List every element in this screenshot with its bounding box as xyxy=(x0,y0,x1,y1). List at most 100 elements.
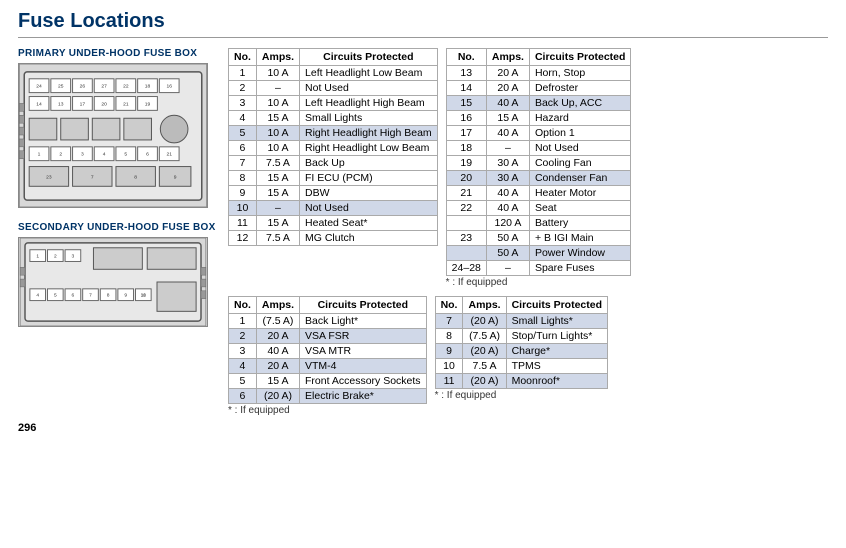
table-cell: 15 A xyxy=(256,216,299,231)
table-row: 50 APower Window xyxy=(446,246,631,261)
table-cell: 17 xyxy=(446,126,486,141)
table-cell: FI ECU (PCM) xyxy=(300,171,438,186)
table-row: 420 AVTM-4 xyxy=(229,359,427,374)
table-row: 2240 ASeat xyxy=(446,201,631,216)
primary-fuse-diagram: 24 25 26 27 22 18 16 14 13 17 20 21 19 1… xyxy=(18,63,208,208)
table-row: 77.5 ABack Up xyxy=(229,156,438,171)
table-row: 127.5 AMG Clutch xyxy=(229,231,438,246)
svg-text:9: 9 xyxy=(174,174,177,180)
page-title: Fuse Locations xyxy=(18,10,828,38)
table-cell: 2 xyxy=(229,329,257,344)
table-cell: Small Lights xyxy=(300,111,438,126)
svg-text:2: 2 xyxy=(54,254,57,260)
svg-text:4: 4 xyxy=(36,293,39,299)
table-cell: Charge* xyxy=(506,344,607,359)
table-row: 915 ADBW xyxy=(229,186,438,201)
table-cell: Back Up xyxy=(300,156,438,171)
table1-wrapper: No.Amps.Circuits Protected110 ALeft Head… xyxy=(228,48,438,288)
table-header: Amps. xyxy=(486,49,529,66)
table-cell: 15 A xyxy=(256,374,299,389)
table-cell: 10 A xyxy=(256,141,299,156)
table-cell: 4 xyxy=(229,111,257,126)
svg-text:21: 21 xyxy=(123,101,129,107)
table3-wrapper: No.Amps.Circuits Protected1(7.5 A)Back L… xyxy=(228,296,427,416)
svg-text:13: 13 xyxy=(58,101,64,107)
note-equipped-top: * : If equipped xyxy=(446,277,632,288)
table-row: 10–Not Used xyxy=(229,201,438,216)
table-cell xyxy=(446,246,486,261)
svg-text:1: 1 xyxy=(36,254,39,260)
table-cell: Back Light* xyxy=(300,314,427,329)
svg-text:27: 27 xyxy=(101,84,107,90)
table-cell: 6 xyxy=(229,141,257,156)
table-header: Circuits Protected xyxy=(506,297,607,314)
right-column: No.Amps.Circuits Protected110 ALeft Head… xyxy=(228,48,828,416)
left-column: PRIMARY UNDER-HOOD FUSE BOX xyxy=(18,48,218,416)
svg-text:9: 9 xyxy=(124,293,127,299)
table-cell: 19 xyxy=(446,156,486,171)
table-cell: (20 A) xyxy=(463,344,506,359)
svg-text:4: 4 xyxy=(103,152,106,158)
svg-text:25: 25 xyxy=(58,84,64,90)
table-cell: Seat xyxy=(529,201,630,216)
table-cell: MG Clutch xyxy=(300,231,438,246)
table-cell: Defroster xyxy=(529,81,630,96)
table-cell: VSA MTR xyxy=(300,344,427,359)
table-cell: 15 A xyxy=(256,186,299,201)
secondary-box-label: SECONDARY UNDER-HOOD FUSE BOX xyxy=(18,222,218,233)
table-header: Amps. xyxy=(256,49,299,66)
svg-text:5: 5 xyxy=(54,293,57,299)
table-row: 1740 AOption 1 xyxy=(446,126,631,141)
svg-text:26: 26 xyxy=(80,84,86,90)
svg-text:19: 19 xyxy=(145,101,151,107)
table-cell: Battery xyxy=(529,216,630,231)
table-cell: 20 A xyxy=(486,66,529,81)
table-row: 1540 ABack Up, ACC xyxy=(446,96,631,111)
svg-text:16: 16 xyxy=(166,84,172,90)
table-cell: 12 xyxy=(229,231,257,246)
table-cell: 10 xyxy=(229,201,257,216)
table-cell: Right Headlight High Beam xyxy=(300,126,438,141)
table-cell: 11 xyxy=(435,374,463,389)
table-cell: 50 A xyxy=(486,231,529,246)
svg-text:3: 3 xyxy=(72,254,75,260)
table-cell: 30 A xyxy=(486,156,529,171)
table-header: Circuits Protected xyxy=(300,49,438,66)
table-row: 2350 A+ B IGI Main xyxy=(446,231,631,246)
primary-box-label: PRIMARY UNDER-HOOD FUSE BOX xyxy=(18,48,218,59)
table-row: 310 ALeft Headlight High Beam xyxy=(229,96,438,111)
table-cell: Power Window xyxy=(529,246,630,261)
svg-text:23: 23 xyxy=(46,174,52,180)
table-row: 24–28–Spare Fuses xyxy=(446,261,631,276)
table-cell: 16 xyxy=(446,111,486,126)
table-cell: 6 xyxy=(229,389,257,404)
table-cell: 23 xyxy=(446,231,486,246)
table-cell: 20 A xyxy=(256,359,299,374)
svg-text:21: 21 xyxy=(166,152,172,158)
table-header: Amps. xyxy=(463,297,506,314)
table-row: 1(7.5 A)Back Light* xyxy=(229,314,427,329)
table-cell: 10 A xyxy=(256,126,299,141)
table-cell: – xyxy=(486,261,529,276)
table-row: 18–Not Used xyxy=(446,141,631,156)
svg-text:3: 3 xyxy=(81,152,84,158)
table-row: 220 AVSA FSR xyxy=(229,329,427,344)
table-cell: 7.5 A xyxy=(463,359,506,374)
table-cell: Heater Motor xyxy=(529,186,630,201)
table-cell: VTM-4 xyxy=(300,359,427,374)
table-cell: 10 xyxy=(435,359,463,374)
table-cell: TPMS xyxy=(506,359,607,374)
page-number: 296 xyxy=(18,422,828,434)
table-row: 415 ASmall Lights xyxy=(229,111,438,126)
table-row: 610 ARight Headlight Low Beam xyxy=(229,141,438,156)
table-cell: 15 A xyxy=(486,111,529,126)
table-cell: DBW xyxy=(300,186,438,201)
table-cell: 14 xyxy=(446,81,486,96)
table-cell: 15 A xyxy=(256,171,299,186)
table-cell: Not Used xyxy=(529,141,630,156)
table-row: 2030 ACondenser Fan xyxy=(446,171,631,186)
table-header: No. xyxy=(229,297,257,314)
table-header: No. xyxy=(435,297,463,314)
table-row: 515 AFront Accessory Sockets xyxy=(229,374,427,389)
table-cell: Spare Fuses xyxy=(529,261,630,276)
